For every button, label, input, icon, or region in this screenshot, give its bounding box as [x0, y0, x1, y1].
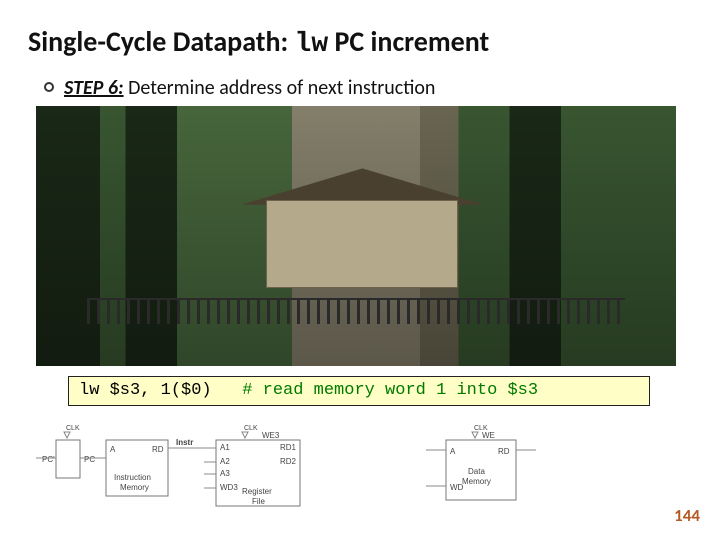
- instr-label: Instr: [176, 438, 193, 447]
- we3-port: WE3: [262, 431, 280, 440]
- slide-title: Single-Cycle Datapath: lw PC increment: [0, 0, 720, 70]
- clk-tri-icon: [64, 432, 70, 438]
- regfile-label1: Register: [242, 487, 272, 496]
- title-mono: lw: [295, 29, 329, 60]
- dm-label2: Memory: [462, 477, 491, 486]
- step-label: STEP 6:: [64, 76, 124, 100]
- rd1-port: RD1: [280, 443, 297, 452]
- pc-reg-box: [56, 440, 80, 478]
- code-gap: [212, 381, 243, 400]
- a2-port: A2: [220, 457, 230, 466]
- overlay-photo: [36, 106, 676, 366]
- pc-prime-label: PC': [42, 455, 55, 464]
- title-prefix: Single-Cycle Datapath:: [28, 24, 295, 59]
- clk-tri-icon-2: [242, 432, 248, 438]
- code-box: lw $s3, 1($0) # read memory word 1 into …: [68, 376, 650, 406]
- title-suffix: PC increment: [328, 24, 489, 59]
- page-number: 144: [674, 505, 700, 526]
- step-desc: Determine address of next instruction: [124, 76, 436, 100]
- forest-house-photo: [36, 106, 676, 366]
- clk-label: CLK: [66, 425, 80, 432]
- clk-tri-icon-3: [472, 432, 478, 438]
- rd-port: RD: [152, 445, 164, 454]
- we-port: WE: [482, 431, 495, 440]
- dm-rd-port: RD: [498, 447, 510, 456]
- instr-mem-label1: Instruction: [114, 473, 151, 482]
- datapath-diagram: CLK PC' PC A RD Instruction Memory Instr…: [36, 418, 596, 518]
- instr-mem-label2: Memory: [120, 483, 149, 492]
- code-comment: # read memory word 1 into $s3: [242, 381, 538, 400]
- wd3-port: WD3: [220, 483, 238, 492]
- dm-label1: Data: [468, 467, 485, 476]
- step-text: STEP 6: Determine address of next instru…: [64, 76, 435, 100]
- fence: [87, 298, 625, 324]
- a-port: A: [110, 445, 116, 454]
- a1-port: A1: [220, 443, 230, 452]
- house-body: [266, 200, 458, 288]
- clk-label-2: CLK: [244, 425, 258, 432]
- rd2-port: RD2: [280, 457, 297, 466]
- pc-label: PC: [84, 455, 95, 464]
- bullet-icon: [44, 82, 54, 92]
- code-instr: lw $s3, 1($0): [79, 381, 212, 400]
- dm-a-port: A: [450, 447, 456, 456]
- step-bullet-row: STEP 6: Determine address of next instru…: [0, 70, 720, 100]
- a3-port: A3: [220, 469, 230, 478]
- regfile-label2: File: [252, 497, 265, 506]
